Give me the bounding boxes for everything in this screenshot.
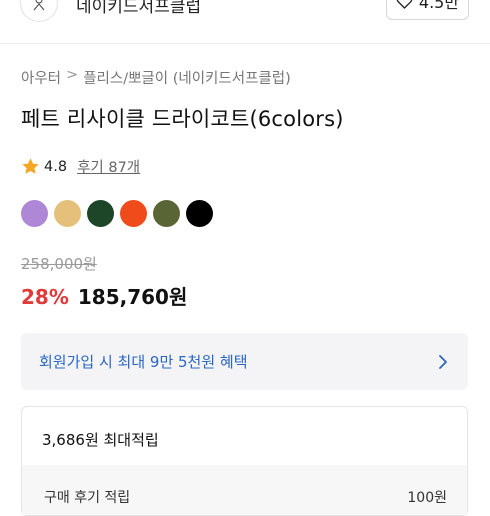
discount-rate: 28% [21, 285, 69, 309]
breadcrumb-item-subcategory[interactable]: 플리스/뽀글이 (네이키드서프클럽) [83, 67, 291, 88]
rating-score: 4.8 [44, 158, 68, 175]
member-benefit-banner[interactable]: 회원가입 시 최대 9만 5천원 혜택 [21, 333, 468, 390]
color-swatches [21, 200, 213, 227]
points-row-value: 100원 [407, 490, 447, 506]
rating-row: 4.8 후기 87개 [21, 156, 140, 177]
like-count: 4.5만 [418, 0, 460, 12]
sale-price: 185,760원 [77, 285, 188, 309]
color-swatch-black[interactable] [186, 200, 213, 227]
color-swatch-beige[interactable] [54, 200, 81, 227]
breadcrumb: 아우터 > 플리스/뽀글이 (네이키드서프클럽) [21, 67, 291, 88]
brand-logo-icon [33, 0, 45, 11]
brand-name[interactable]: 네이키드서프클럽 [76, 0, 201, 17]
color-swatch-dark-green[interactable] [87, 200, 114, 227]
points-box: 3,686원 최대적립 구매 후기 적립 100원 [21, 406, 468, 516]
like-button[interactable]: 4.5만 [386, 0, 469, 20]
color-swatch-purple[interactable] [21, 200, 48, 227]
original-price: 258,000원 [21, 255, 97, 273]
color-swatch-olive[interactable] [153, 200, 180, 227]
points-title: 3,686원 최대적립 [42, 431, 159, 449]
reviews-link[interactable]: 후기 87개 [77, 156, 140, 177]
color-swatch-orange[interactable] [120, 200, 147, 227]
member-benefit-text: 회원가입 시 최대 9만 5천원 혜택 [39, 353, 248, 371]
points-row-label: 구매 후기 적립 [44, 490, 131, 506]
breadcrumb-separator: > [66, 67, 79, 83]
product-title: 페트 리사이클 드라이코트(6colors) [21, 107, 344, 131]
breadcrumb-item-category[interactable]: 아우터 [21, 67, 61, 88]
brand-logo[interactable] [20, 0, 58, 22]
chevron-right-icon [439, 354, 447, 369]
price-row: 28% 185,760원 [21, 281, 187, 310]
star-icon [22, 158, 39, 174]
header-divider [0, 43, 490, 44]
heart-icon [396, 0, 413, 9]
